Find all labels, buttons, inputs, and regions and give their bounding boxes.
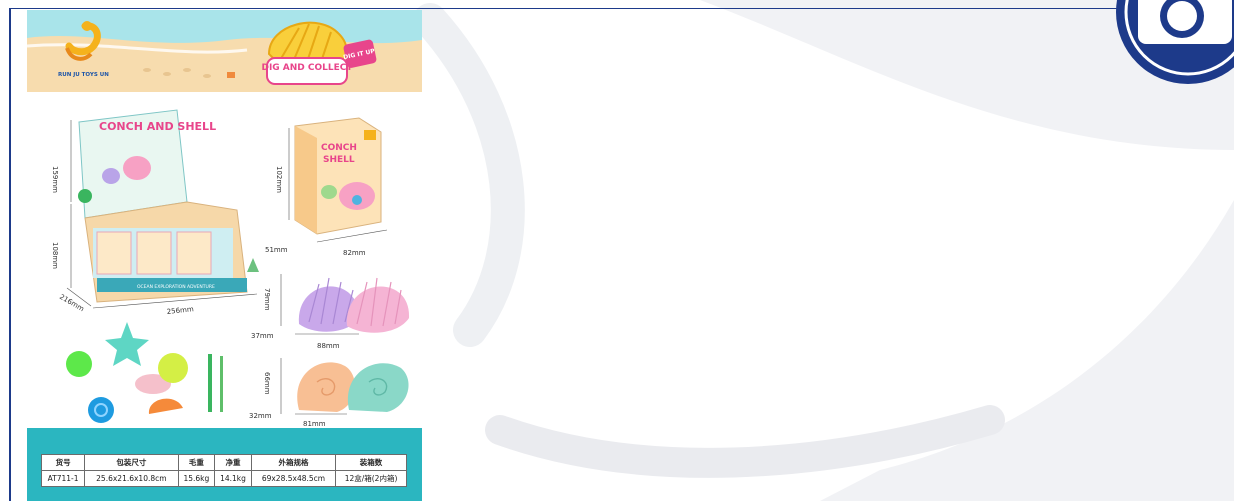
svg-text:66mm: 66mm	[263, 372, 271, 395]
brand-logo-text: RUN JU TOYS UN	[58, 72, 109, 78]
svg-text:81mm: 81mm	[303, 420, 326, 428]
brand-logo	[55, 20, 107, 78]
svg-text:51mm: 51mm	[265, 246, 288, 254]
spec-cell: 12盒/箱(2内箱)	[335, 470, 407, 487]
svg-text:DIG AND COLLECT: DIG AND COLLECT	[261, 63, 353, 73]
spec-table-row: AT711-1 25.6x21.6x10.8cm 15.6kg 14.1kg 6…	[40, 470, 407, 487]
svg-text:CONCH AND SHELL: CONCH AND SHELL	[99, 120, 216, 133]
product-poster-image: RUN JU TOYS UN DIG AND COLLECT DIG IT UP…	[27, 10, 422, 501]
single-box-illustration: CONCH SHELL	[294, 117, 382, 235]
beach-banner: RUN JU TOYS UN DIG AND COLLECT DIG IT UP	[27, 10, 422, 92]
svg-text:79mm: 79mm	[263, 288, 271, 311]
svg-text:OCEAN EXPLORATION ADVENTURE: OCEAN EXPLORATION ADVENTURE	[137, 284, 215, 290]
spec-cell: 14.1kg	[214, 470, 252, 487]
svg-text:159mm: 159mm	[51, 166, 59, 193]
svg-text:88mm: 88mm	[317, 342, 340, 350]
svg-text:32mm: 32mm	[249, 412, 272, 420]
spec-table-header-row: 货号 包装尺寸 毛重 净重 外箱规格 装箱数	[40, 454, 407, 471]
svg-text:108mm: 108mm	[51, 242, 59, 269]
spec-header-cell: 装箱数	[335, 454, 407, 471]
spec-table: 货号 包装尺寸 毛重 净重 外箱规格 装箱数 AT711-1 25.6x21.6…	[40, 454, 407, 487]
svg-text:SHELL: SHELL	[323, 155, 355, 165]
spec-cell: AT711-1	[40, 470, 86, 487]
dig-collect-headline: DIG AND COLLECT DIG IT UP	[261, 21, 377, 85]
spec-cell: 69x28.5x48.5cm	[250, 470, 337, 487]
spec-header-cell: 净重	[214, 454, 252, 471]
spec-header-cell: 包装尺寸	[84, 454, 179, 471]
svg-text:82mm: 82mm	[343, 249, 366, 257]
spec-header-cell: 毛重	[177, 454, 216, 471]
svg-text:102mm: 102mm	[275, 166, 283, 193]
camera-icon[interactable]	[1092, 0, 1234, 102]
product-dimension-diagram: OCEAN EXPLORATION ADVENTURE CONCH AND SH…	[27, 92, 422, 428]
svg-text:37mm: 37mm	[251, 332, 274, 340]
svg-text:CONCH: CONCH	[321, 143, 357, 153]
spec-table-band: 货号 包装尺寸 毛重 净重 外箱规格 装箱数 AT711-1 25.6x21.6…	[27, 428, 422, 501]
spec-cell: 15.6kg	[177, 470, 216, 487]
spec-header-cell: 外箱规格	[250, 454, 337, 471]
spec-cell: 25.6x21.6x10.8cm	[84, 470, 179, 487]
spec-header-cell: 货号	[40, 454, 86, 471]
